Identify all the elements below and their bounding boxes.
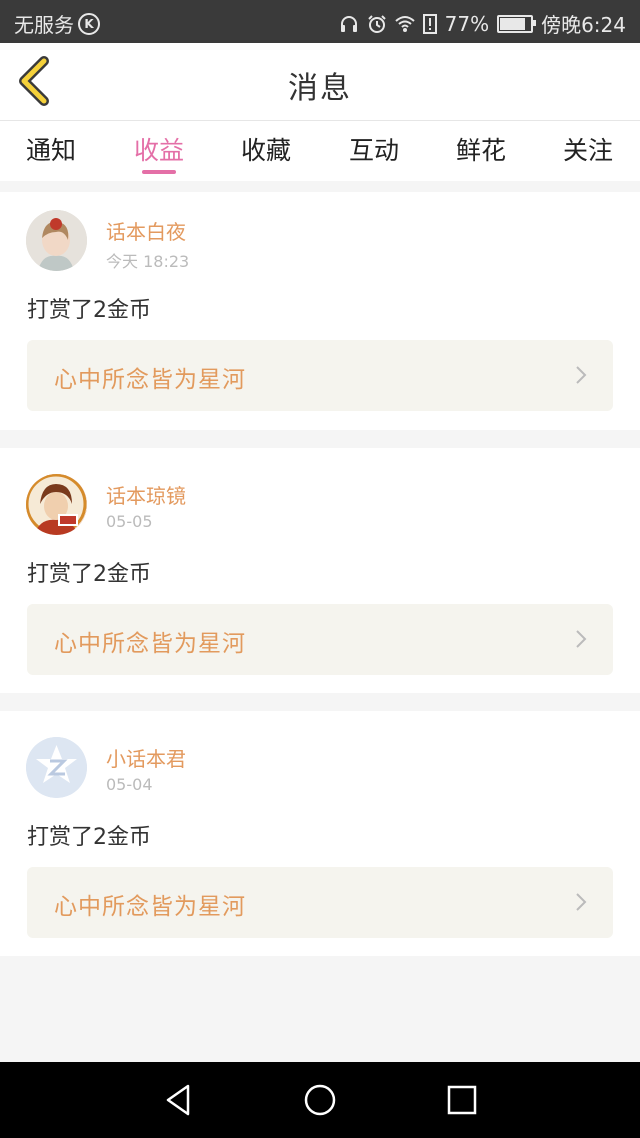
linked-post-title: 心中所念皆为星河 (54, 894, 246, 920)
avatar[interactable] (26, 474, 87, 535)
timestamp: 05-04 (106, 775, 153, 794)
linked-post-title: 心中所念皆为星河 (54, 367, 246, 393)
k-icon: K (78, 12, 100, 35)
timestamp: 05-05 (106, 512, 153, 531)
carrier-label: 无服务 (14, 13, 74, 37)
user-photo-icon (26, 474, 87, 535)
message-text: 打赏了2金币 (27, 562, 151, 587)
username[interactable]: 小话本君 (106, 743, 186, 772)
linked-post-button[interactable]: 心中所念皆为星河 (27, 340, 613, 411)
clock: 傍晚6:24 (541, 13, 626, 37)
message-card: 小话本君 05-04 打赏了2金币 心中所念皆为星河 (0, 711, 640, 956)
message-card: 话本白夜 今天 18:23 打赏了2金币 心中所念皆为星河 (0, 192, 640, 430)
chevron-right-icon (576, 630, 587, 648)
app-logo-icon (26, 737, 87, 798)
home-circle-icon[interactable] (302, 1082, 338, 1118)
wifi-icon (394, 15, 415, 32)
linked-post-title: 心中所念皆为星河 (54, 631, 246, 657)
battery-percent: 77% (444, 11, 490, 36)
user-photo-icon (26, 210, 87, 271)
avatar[interactable] (26, 210, 87, 271)
tab-notifications[interactable]: 通知 (11, 131, 91, 167)
message-card: 话本琼镜 05-05 打赏了2金币 心中所念皆为星河 (0, 448, 640, 693)
message-text: 打赏了2金币 (27, 825, 151, 850)
tab-favorites[interactable]: 收藏 (226, 131, 306, 167)
tab-flowers[interactable]: 鲜花 (441, 131, 521, 167)
headphones-icon (340, 15, 357, 32)
tab-following[interactable]: 关注 (548, 131, 628, 167)
alert-icon (422, 13, 437, 34)
back-triangle-icon[interactable] (160, 1082, 196, 1118)
tab-interactions[interactable]: 互动 (334, 131, 414, 167)
status-bar: 无服务 K 77% 傍晚6:24 (0, 0, 640, 43)
tab-bar: 通知 收益 收藏 互动 鲜花 关注 (0, 121, 640, 181)
linked-post-button[interactable]: 心中所念皆为星河 (27, 604, 613, 675)
username[interactable]: 话本白夜 (106, 216, 186, 245)
battery-level (500, 17, 525, 30)
avatar[interactable] (26, 737, 87, 798)
battery-icon (497, 14, 537, 33)
timestamp: 今天 18:23 (106, 252, 190, 271)
tab-earnings[interactable]: 收益 (119, 131, 199, 167)
username[interactable]: 话本琼镜 (106, 480, 186, 509)
chevron-right-icon (576, 366, 587, 384)
linked-post-button[interactable]: 心中所念皆为星河 (27, 867, 613, 938)
recents-square-icon[interactable] (444, 1082, 480, 1118)
page-title: 消息 (288, 71, 352, 106)
active-tab-indicator (142, 170, 176, 174)
header-bar: 消息 (0, 43, 640, 121)
alarm-icon (367, 14, 386, 33)
chevron-right-icon (576, 893, 587, 911)
message-text: 打赏了2金币 (27, 298, 151, 323)
system-nav-bar (0, 1062, 640, 1138)
